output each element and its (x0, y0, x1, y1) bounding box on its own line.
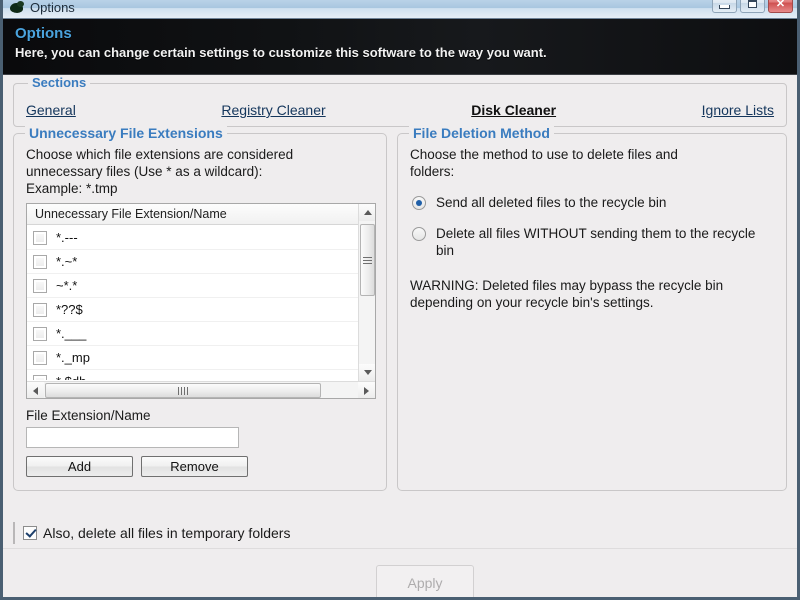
minimize-icon (719, 5, 730, 9)
maximize-icon (748, 0, 757, 8)
chevron-up-icon (363, 210, 372, 215)
row-checkbox[interactable] (33, 374, 47, 380)
left-panel-description: Choose which file extensions are conside… (26, 146, 376, 197)
close-button[interactable]: ✕ (768, 0, 793, 13)
title-bar: Options ✕ (3, 0, 797, 19)
apply-button[interactable]: Apply (376, 565, 474, 597)
row-checkbox[interactable] (33, 278, 47, 293)
temp-folders-label: Also, delete all files in temporary fold… (43, 525, 291, 541)
right-panel-description: Choose the method to use to delete files… (410, 146, 776, 180)
radio-permanent-delete-label: Delete all files WITHOUT sending them to… (436, 226, 756, 258)
app-icon (9, 0, 25, 16)
left-panel-legend: Unnecessary File Extensions (25, 125, 227, 141)
grip-icon (363, 255, 372, 266)
horizontal-scrollbar[interactable] (27, 381, 375, 398)
left-desc-example: Example: *.tmp (26, 181, 118, 196)
scroll-down-button[interactable] (359, 364, 375, 381)
sections-group: Sections General Registry Cleaner Disk C… (13, 75, 787, 127)
section-tabs: General Registry Cleaner Disk Cleaner Ig… (14, 84, 786, 126)
radio-recycle-bin[interactable] (412, 196, 426, 210)
list-item-label: *.$db (56, 374, 86, 380)
banner-subtitle: Here, you can change certain settings to… (15, 45, 547, 60)
list-item-label: *.--- (56, 230, 78, 245)
chevron-right-icon (364, 386, 369, 395)
minimize-button[interactable] (712, 0, 737, 13)
sections-legend: Sections (28, 75, 91, 90)
vertical-scroll-thumb[interactable] (360, 224, 375, 296)
options-window: Options ✕ Options Here, you can change c… (0, 0, 800, 600)
file-extension-label: File Extension/Name (26, 408, 151, 423)
tab-general[interactable]: General (26, 102, 76, 118)
file-deletion-method-group: File Deletion Method Choose the method t… (397, 125, 787, 491)
temp-folders-checkbox[interactable] (23, 526, 37, 540)
left-desc-line2: unnecessary files (Use * as a wildcard): (26, 164, 263, 179)
add-button[interactable]: Add (26, 456, 133, 477)
deletion-warning-text: WARNING: Deleted files may bypass the re… (410, 278, 724, 310)
row-checkbox[interactable] (33, 230, 47, 245)
window-controls: ✕ (712, 0, 793, 13)
tab-ignore-lists[interactable]: Ignore Lists (702, 102, 774, 118)
tab-registry-cleaner[interactable]: Registry Cleaner (221, 102, 325, 118)
horizontal-scroll-thumb[interactable] (45, 383, 321, 398)
right-desc-line2: folders: (410, 164, 455, 179)
radio-permanent-delete[interactable] (412, 227, 426, 241)
window-title: Options (30, 0, 75, 15)
scroll-right-button[interactable] (358, 382, 375, 398)
deletion-option-permanent[interactable]: Delete all files WITHOUT sending them to… (410, 225, 776, 259)
list-column-header: Unnecessary File Extension/Name (27, 204, 358, 225)
banner-title: Options (15, 25, 72, 42)
tab-disk-cleaner[interactable]: Disk Cleaner (471, 102, 556, 118)
apply-bar: Apply (3, 548, 797, 597)
list-item[interactable]: *._mp (27, 346, 358, 370)
scroll-up-button[interactable] (359, 204, 375, 221)
row-checkbox[interactable] (33, 254, 47, 269)
row-checkbox[interactable] (33, 302, 47, 317)
right-panel-legend: File Deletion Method (409, 125, 554, 141)
list-item[interactable]: *??$ (27, 298, 358, 322)
left-desc-line1: Choose which file extensions are conside… (26, 147, 294, 162)
list-action-buttons: Add Remove (26, 456, 376, 477)
list-item-label: *.~* (56, 254, 78, 269)
list-item[interactable]: *.$db (27, 370, 358, 380)
radio-recycle-bin-label: Send all deleted files to the recycle bi… (436, 195, 667, 210)
list-item[interactable]: *.___ (27, 322, 358, 346)
header-banner: Options Here, you can change certain set… (3, 19, 797, 75)
row-checkbox[interactable] (33, 350, 47, 365)
chevron-down-icon (363, 370, 372, 375)
right-desc-line1: Choose the method to use to delete files… (410, 147, 678, 162)
maximize-button[interactable] (740, 0, 765, 13)
unnecessary-file-extensions-group: Unnecessary File Extensions Choose which… (13, 125, 387, 491)
content-area: Unnecessary File Extensions Choose which… (13, 125, 787, 505)
list-item[interactable]: ~*.* (27, 274, 358, 298)
list-item-label: *??$ (56, 302, 83, 317)
temp-folders-row[interactable]: Also, delete all files in temporary fold… (13, 522, 290, 544)
deletion-option-recycle-bin[interactable]: Send all deleted files to the recycle bi… (410, 194, 776, 211)
list-item-label: ~*.* (56, 278, 78, 293)
chevron-left-icon (33, 386, 38, 395)
scroll-left-button[interactable] (27, 382, 44, 398)
grip-icon (178, 386, 188, 395)
close-icon: ✕ (775, 0, 786, 10)
list-item[interactable]: *.~* (27, 250, 358, 274)
file-extensions-listbox[interactable]: Unnecessary File Extension/Name *.--- *.… (26, 203, 376, 399)
list-item-label: *._mp (56, 350, 90, 365)
file-extension-input[interactable] (26, 427, 239, 448)
list-item[interactable]: *.--- (27, 226, 358, 250)
list-rows: *.--- *.~* ~*.* *??$ *.___ *._mp (27, 226, 358, 380)
list-item-label: *.___ (56, 326, 87, 341)
row-checkbox[interactable] (33, 326, 47, 341)
vertical-scrollbar[interactable] (358, 204, 375, 381)
remove-button[interactable]: Remove (141, 456, 248, 477)
